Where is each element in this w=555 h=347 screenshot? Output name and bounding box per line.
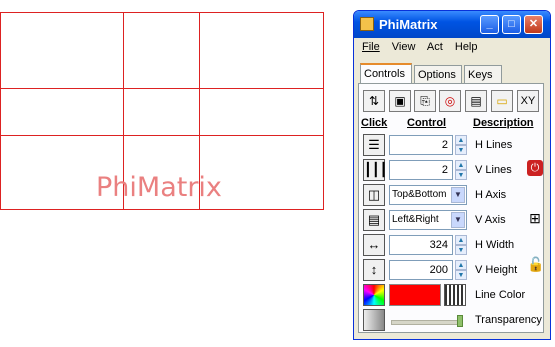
tab-options[interactable]: Options xyxy=(414,65,462,83)
header-control: Control xyxy=(407,117,447,129)
open-folder-icon[interactable]: ▭ xyxy=(491,90,513,112)
v-axis-label: V Axis xyxy=(475,214,506,226)
v-lines-input[interactable]: 2 xyxy=(389,160,453,180)
lock-icon[interactable]: 🔓 xyxy=(527,256,544,273)
h-axis-icon[interactable]: ◫ xyxy=(363,184,385,206)
tab-keys[interactable]: Keys xyxy=(464,65,502,83)
grid-icon[interactable]: ⊞ xyxy=(527,210,543,227)
transparency-slider-thumb[interactable] xyxy=(457,315,463,327)
v-height-icon[interactable]: ↕ xyxy=(363,259,385,281)
tab-controls[interactable]: Controls xyxy=(360,63,412,84)
menu-act[interactable]: Act xyxy=(427,41,443,53)
title-bar[interactable]: PhiMatrix _ □ ✕ xyxy=(354,11,550,38)
menu-view[interactable]: View xyxy=(392,41,416,53)
app-logo-icon xyxy=(360,17,374,31)
v-lines-icon[interactable]: ┃┃┃ xyxy=(363,159,387,181)
header-description: Description xyxy=(473,117,534,129)
h-lines-icon[interactable]: ☰ xyxy=(363,134,385,156)
h-lines-input[interactable]: 2 xyxy=(389,135,453,155)
h-width-label: H Width xyxy=(475,239,515,251)
v-axis-value: Left&Right xyxy=(392,214,439,225)
line-color-swatch[interactable] xyxy=(389,284,441,306)
header-click: Click xyxy=(361,117,388,129)
v-height-spinner[interactable]: ▲ ▼ xyxy=(455,260,467,280)
h-axis-value: Top&Bottom xyxy=(392,189,447,200)
transparency-icon[interactable] xyxy=(363,309,385,331)
h-axis-label: H Axis xyxy=(475,189,507,201)
xy-button[interactable]: XY xyxy=(517,90,539,112)
menu-file[interactable]: File xyxy=(362,41,380,53)
transparency-label: Transparency xyxy=(475,314,542,326)
maximize-button[interactable]: □ xyxy=(502,15,521,34)
chevron-down-icon[interactable]: ▼ xyxy=(451,187,465,203)
palette-grid-icon[interactable] xyxy=(444,284,466,306)
up-down-icon[interactable]: ⇅ xyxy=(363,90,385,112)
chevron-down-icon[interactable]: ▼ xyxy=(451,212,465,228)
menu-bar: File View Act Help xyxy=(362,41,487,53)
copy-icon[interactable]: ⎘ xyxy=(414,90,436,112)
menu-help[interactable]: Help xyxy=(455,41,478,53)
h-lines-spinner[interactable]: ▲ ▼ xyxy=(455,135,467,155)
tab-strip: Controls Options Keys xyxy=(358,63,546,84)
h-width-icon[interactable]: ↔ xyxy=(363,234,385,256)
v-lines-spinner[interactable]: ▲ ▼ xyxy=(455,160,467,180)
camera-icon[interactable]: ▣ xyxy=(389,90,411,112)
power-icon[interactable]: ⏻ xyxy=(527,160,543,176)
save-icon[interactable]: ▤ xyxy=(465,90,487,112)
stop-icon[interactable]: ◎ xyxy=(439,90,461,112)
color-wheel-icon[interactable] xyxy=(363,284,385,306)
v-axis-icon[interactable]: ▤ xyxy=(363,209,385,231)
line-color-label: Line Color xyxy=(475,289,526,301)
h-width-spinner[interactable]: ▲ ▼ xyxy=(455,235,467,255)
grid-h-line-2 xyxy=(1,135,323,136)
grid-h-line-1 xyxy=(1,88,323,89)
controls-panel: ⇅ ▣ ⎘ ◎ ▤ ▭ XY Click Control Description… xyxy=(358,83,544,333)
v-height-input[interactable]: 200 xyxy=(389,260,453,280)
phimatrix-window: PhiMatrix _ □ ✕ File View Act Help Contr… xyxy=(353,10,551,340)
h-lines-label: H Lines xyxy=(475,139,513,151)
close-button[interactable]: ✕ xyxy=(524,15,543,34)
minimize-button[interactable]: _ xyxy=(480,15,499,34)
window-title: PhiMatrix xyxy=(379,17,438,32)
watermark-text: PhiMatrix xyxy=(96,172,222,203)
v-axis-select[interactable]: Left&Right ▼ xyxy=(389,210,467,230)
h-width-input[interactable]: 324 xyxy=(389,235,453,255)
h-axis-select[interactable]: Top&Bottom ▼ xyxy=(389,185,467,205)
transparency-slider-track[interactable] xyxy=(391,320,463,325)
v-lines-label: V Lines xyxy=(475,164,512,176)
v-height-label: V Height xyxy=(475,264,518,276)
